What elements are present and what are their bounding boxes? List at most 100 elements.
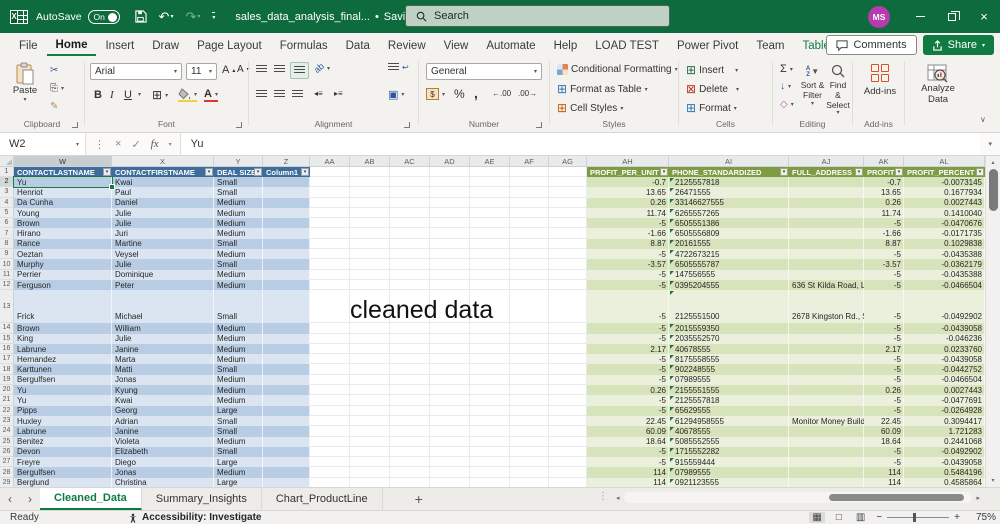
- cell[interactable]: [510, 395, 549, 405]
- cell[interactable]: [350, 228, 390, 238]
- scroll-left-icon[interactable]: ◂: [612, 494, 624, 502]
- addins-button[interactable]: Add-ins: [860, 64, 900, 98]
- column-header-AH[interactable]: AH: [587, 156, 669, 167]
- cell[interactable]: [789, 218, 864, 229]
- cell[interactable]: [430, 447, 470, 457]
- cell[interactable]: [263, 395, 310, 406]
- cell[interactable]: [789, 259, 864, 270]
- cell[interactable]: Yu: [14, 177, 112, 188]
- cell[interactable]: [789, 477, 864, 487]
- cell[interactable]: [789, 364, 864, 375]
- cell[interactable]: [789, 343, 864, 355]
- column-header-AF[interactable]: AF: [510, 156, 549, 167]
- cell[interactable]: [263, 238, 310, 250]
- cell[interactable]: [350, 334, 390, 344]
- cut-button[interactable]: ✂: [50, 65, 58, 76]
- cell[interactable]: -5: [864, 354, 904, 365]
- zoom-out-icon[interactable]: −: [876, 512, 882, 523]
- cell[interactable]: [430, 323, 470, 333]
- cell[interactable]: [510, 290, 549, 323]
- orientation-button[interactable]: ab ▾: [312, 61, 330, 75]
- cell[interactable]: [549, 198, 587, 208]
- cell[interactable]: [310, 167, 350, 177]
- cell[interactable]: [510, 208, 549, 218]
- cell[interactable]: [350, 385, 390, 395]
- cell[interactable]: [470, 323, 510, 333]
- cell[interactable]: -5: [864, 374, 904, 386]
- cell[interactable]: [263, 467, 310, 478]
- cell[interactable]: [390, 280, 430, 290]
- cell[interactable]: [549, 354, 587, 364]
- cell[interactable]: [350, 290, 390, 323]
- cell[interactable]: [350, 375, 390, 385]
- cell[interactable]: [510, 478, 549, 487]
- cell[interactable]: Dominique: [112, 269, 214, 280]
- cell[interactable]: [470, 208, 510, 218]
- row-header-10[interactable]: 10: [0, 259, 14, 270]
- merge-center-button[interactable]: ▣ ▾: [388, 88, 404, 101]
- cell[interactable]: -0.0470676: [904, 218, 985, 229]
- cell[interactable]: [510, 167, 549, 177]
- cell[interactable]: [390, 426, 430, 436]
- cell[interactable]: -5: [864, 249, 904, 260]
- sheet-tab-chart_productline[interactable]: Chart_ProductLine: [262, 488, 383, 510]
- cell[interactable]: [510, 239, 549, 249]
- row-header-20[interactable]: 20: [0, 385, 14, 396]
- cell[interactable]: [310, 344, 350, 354]
- cell[interactable]: [310, 447, 350, 457]
- cell[interactable]: Janine: [112, 343, 214, 355]
- cell[interactable]: Adrian: [112, 415, 214, 427]
- cell[interactable]: [263, 343, 310, 355]
- cell[interactable]: [789, 177, 864, 188]
- cell[interactable]: [390, 354, 430, 364]
- cell[interactable]: [430, 228, 470, 238]
- horizontal-scroll-track[interactable]: [623, 492, 973, 503]
- cell[interactable]: [789, 228, 864, 239]
- cell[interactable]: Diego: [112, 457, 214, 468]
- cell[interactable]: 13.65: [864, 187, 904, 198]
- undo-chevron-icon[interactable]: ▾: [170, 13, 173, 20]
- cell[interactable]: 0.26: [864, 197, 904, 208]
- cell[interactable]: 0.26: [587, 385, 669, 396]
- cell[interactable]: [390, 187, 430, 197]
- row-header-17[interactable]: 17: [0, 354, 14, 365]
- cell[interactable]: [390, 395, 430, 405]
- cell[interactable]: [263, 279, 310, 291]
- font-size-select[interactable]: 11 ▾: [186, 63, 217, 80]
- cell[interactable]: Small: [214, 426, 263, 437]
- new-sheet-button[interactable]: +: [405, 488, 433, 510]
- cell[interactable]: Jonas: [112, 374, 214, 386]
- sheet-tab-summary_insights[interactable]: Summary_Insights: [142, 488, 262, 510]
- zoom-in-icon[interactable]: +: [954, 512, 960, 523]
- cell[interactable]: -5: [587, 457, 669, 468]
- cell[interactable]: [430, 198, 470, 208]
- cell[interactable]: Elizabeth: [112, 446, 214, 458]
- cell[interactable]: [430, 364, 470, 374]
- row-header-14[interactable]: 14: [0, 323, 14, 334]
- cell[interactable]: 20161555: [669, 238, 789, 250]
- cell[interactable]: [470, 467, 510, 477]
- cell[interactable]: [390, 447, 430, 457]
- cell[interactable]: [789, 249, 864, 260]
- cell[interactable]: [350, 354, 390, 364]
- autosum-button[interactable]: Σ ▾: [780, 63, 793, 75]
- cell[interactable]: [510, 280, 549, 290]
- cell[interactable]: King: [14, 333, 112, 344]
- cell[interactable]: [470, 187, 510, 197]
- cell[interactable]: Small: [214, 187, 263, 198]
- sort-filter-button[interactable]: A Z ▼ Sort & Filter ▾: [800, 63, 825, 107]
- tab-automate[interactable]: Automate: [477, 36, 544, 55]
- cell[interactable]: [510, 447, 549, 457]
- cell[interactable]: Large: [214, 457, 263, 468]
- cell[interactable]: [390, 249, 430, 259]
- cell[interactable]: 4722673215: [669, 249, 789, 260]
- cell[interactable]: Veysel: [112, 249, 214, 260]
- cell[interactable]: 11.74: [864, 207, 904, 219]
- cell[interactable]: [789, 446, 864, 458]
- cell[interactable]: [430, 467, 470, 477]
- cell[interactable]: [263, 249, 310, 260]
- number-dialog-launcher-icon[interactable]: [536, 122, 542, 128]
- number-format-select[interactable]: General ▾: [426, 63, 542, 80]
- cell[interactable]: 0.2441068: [904, 436, 985, 447]
- cell[interactable]: [430, 437, 470, 447]
